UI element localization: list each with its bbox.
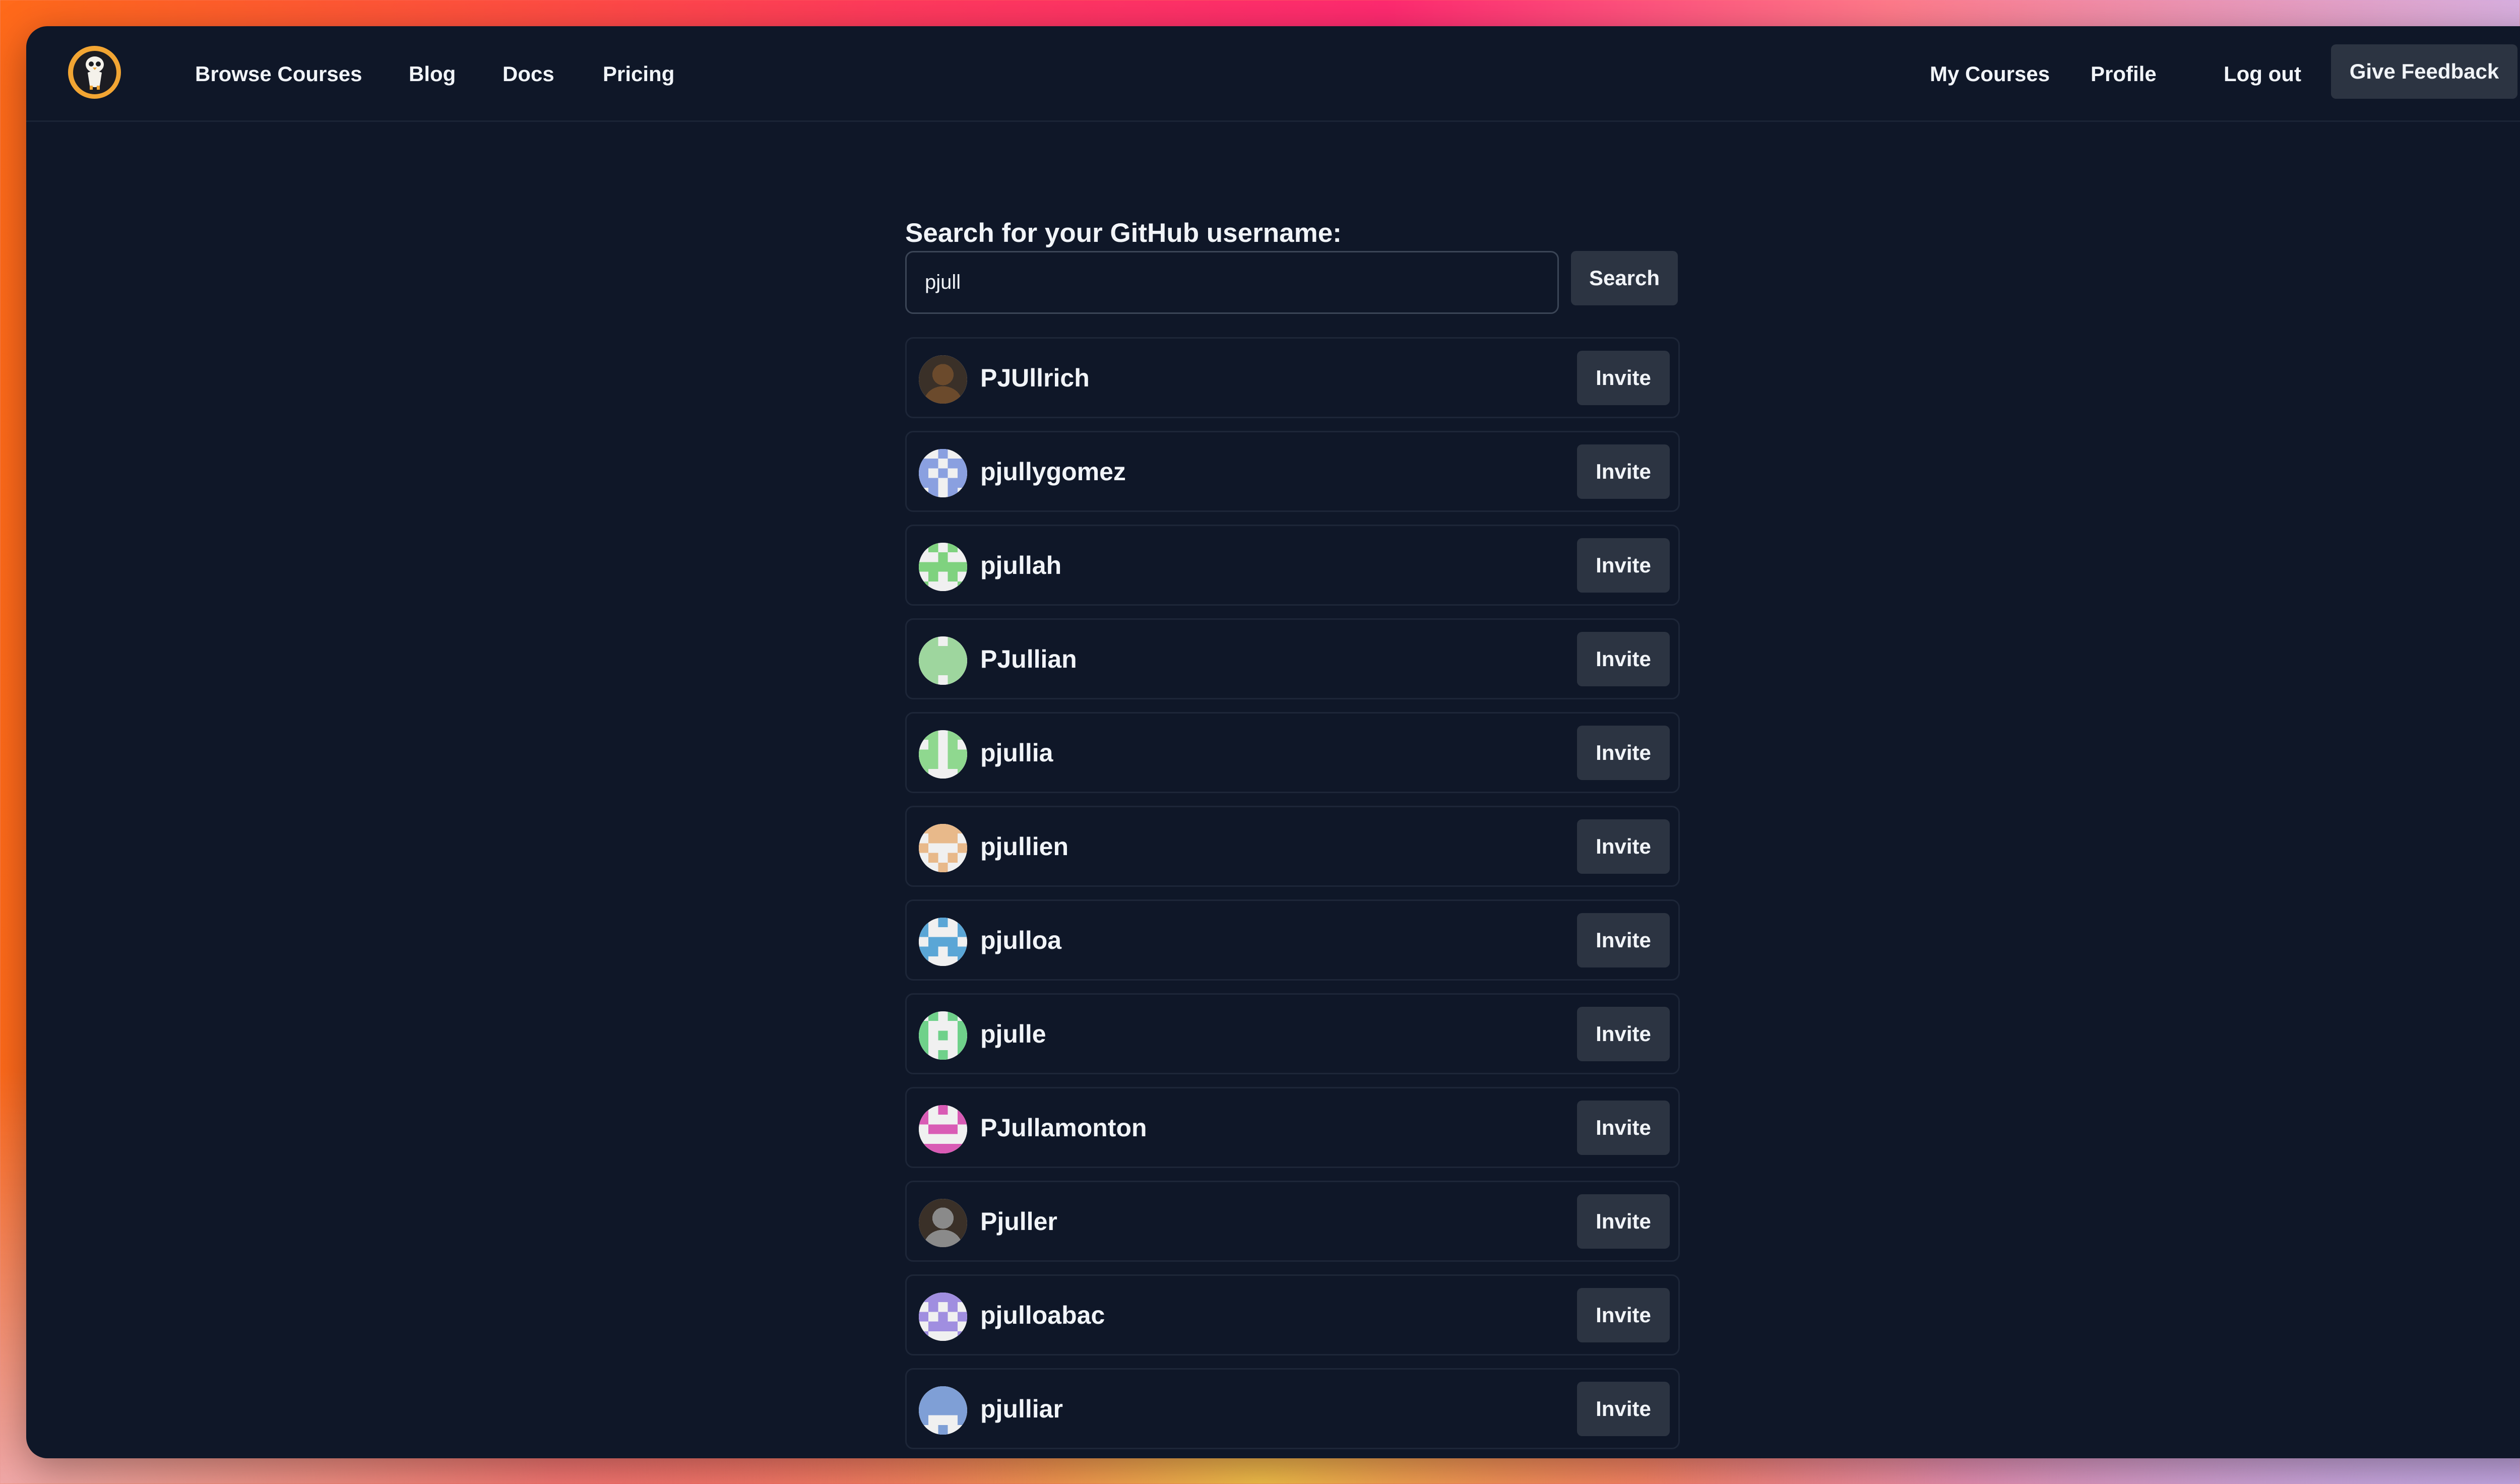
owl-mascot-icon[interactable] <box>68 46 121 99</box>
result-username: PJUllrich <box>980 363 1090 392</box>
result-row: PJullamonton Invite <box>905 1087 1680 1168</box>
app-window: Browse Courses Blog Docs Pricing My Cour… <box>26 26 2520 1458</box>
github-username-search-input[interactable] <box>905 251 1559 314</box>
nav-my-courses[interactable]: My Courses <box>1930 26 2050 122</box>
result-username: Pjuller <box>980 1207 1057 1236</box>
identicon-avatar <box>919 730 967 779</box>
invite-button[interactable]: Invite <box>1577 819 1670 874</box>
result-row: pjulloabac Invite <box>905 1274 1680 1356</box>
result-username: pjullah <box>980 551 1062 579</box>
result-username: pjulloa <box>980 926 1062 954</box>
result-row: PJullian Invite <box>905 618 1680 699</box>
identicon-avatar <box>919 1386 967 1435</box>
nav-log-out[interactable]: Log out <box>2224 26 2301 122</box>
search-button[interactable]: Search <box>1571 251 1678 305</box>
identicon-avatar <box>919 824 967 872</box>
identicon-avatar <box>919 1293 967 1341</box>
invite-button[interactable]: Invite <box>1577 913 1670 967</box>
result-row: pjullygomez Invite <box>905 431 1680 512</box>
owl-mascot-glyph <box>85 56 104 90</box>
user-photo-avatar <box>919 355 967 404</box>
result-row: pjulloa Invite <box>905 899 1680 981</box>
user-photo-avatar <box>919 1199 967 1247</box>
invite-button[interactable]: Invite <box>1577 632 1670 686</box>
nav-pricing[interactable]: Pricing <box>603 26 674 122</box>
identicon-avatar <box>919 1105 967 1153</box>
result-row: pjullah Invite <box>905 525 1680 606</box>
invite-button[interactable]: Invite <box>1577 726 1670 780</box>
result-row: Pjuller Invite <box>905 1181 1680 1262</box>
result-username: pjullygomez <box>980 457 1126 486</box>
invite-button[interactable]: Invite <box>1577 1288 1670 1342</box>
result-username: pjulloabac <box>980 1301 1105 1329</box>
result-row: pjullia Invite <box>905 712 1680 793</box>
invite-button[interactable]: Invite <box>1577 1382 1670 1436</box>
invite-button[interactable]: Invite <box>1577 1007 1670 1061</box>
identicon-avatar <box>919 543 967 591</box>
invite-button[interactable]: Invite <box>1577 1101 1670 1155</box>
identicon-avatar <box>919 1011 967 1060</box>
nav-profile[interactable]: Profile <box>2091 26 2157 122</box>
nav-blog[interactable]: Blog <box>409 26 456 122</box>
give-feedback-button[interactable]: Give Feedback <box>2331 44 2517 99</box>
invite-button[interactable]: Invite <box>1577 1194 1670 1249</box>
logo-inner <box>73 50 116 94</box>
result-username: pjulliar <box>980 1394 1063 1423</box>
result-username: pjullien <box>980 832 1068 861</box>
nav-docs[interactable]: Docs <box>502 26 554 122</box>
result-row: pjulliar Invite <box>905 1368 1680 1449</box>
result-row: PJUllrich Invite <box>905 337 1680 418</box>
result-username: PJullian <box>980 644 1077 673</box>
result-username: PJullamonton <box>980 1113 1147 1142</box>
result-username: pjullia <box>980 738 1053 767</box>
search-label: Search for your GitHub username: <box>905 218 1342 248</box>
identicon-avatar <box>919 918 967 966</box>
identicon-avatar <box>919 449 967 497</box>
invite-button[interactable]: Invite <box>1577 444 1670 499</box>
result-username: pjulle <box>980 1019 1046 1048</box>
result-row: pjullien Invite <box>905 806 1680 887</box>
nav-browse-courses[interactable]: Browse Courses <box>195 26 362 122</box>
result-row: pjulle Invite <box>905 993 1680 1074</box>
identicon-avatar <box>919 636 967 685</box>
invite-button[interactable]: Invite <box>1577 538 1670 593</box>
invite-button[interactable]: Invite <box>1577 351 1670 405</box>
top-navbar: Browse Courses Blog Docs Pricing My Cour… <box>26 26 2520 122</box>
